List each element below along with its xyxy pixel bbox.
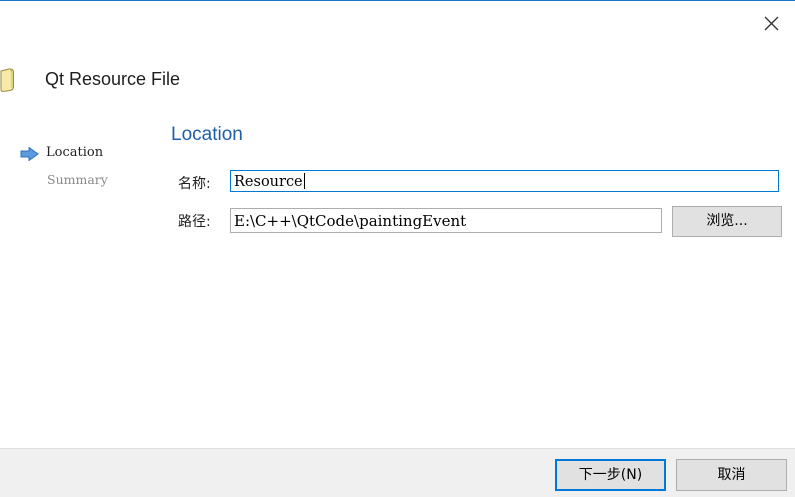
close-icon — [764, 16, 779, 31]
name-input[interactable]: Resource — [230, 170, 779, 192]
page-title: Location — [171, 124, 243, 145]
wizard-title: Qt Resource File — [45, 69, 181, 89]
path-input[interactable]: E:\C++\QtCode\paintingEvent — [230, 208, 662, 233]
window-top-border — [0, 0, 795, 1]
close-button[interactable] — [756, 8, 786, 38]
name-label: 名称: — [178, 176, 211, 192]
step-summary: Summary — [47, 172, 108, 187]
cancel-button[interactable]: 取消 — [676, 459, 787, 491]
resource-file-icon — [0, 68, 16, 93]
text-caret — [303, 173, 305, 189]
name-value: Resource — [234, 174, 303, 190]
next-button[interactable]: 下一步(N) — [555, 459, 666, 491]
step-label: Location — [46, 145, 104, 160]
arrow-right-icon — [20, 147, 39, 161]
browse-button[interactable]: 浏览... — [672, 206, 782, 237]
wizard-footer: 下一步(N) 取消 — [0, 448, 795, 497]
path-value: E:\C++\QtCode\paintingEvent — [234, 212, 467, 230]
path-label: 路径: — [178, 214, 211, 230]
